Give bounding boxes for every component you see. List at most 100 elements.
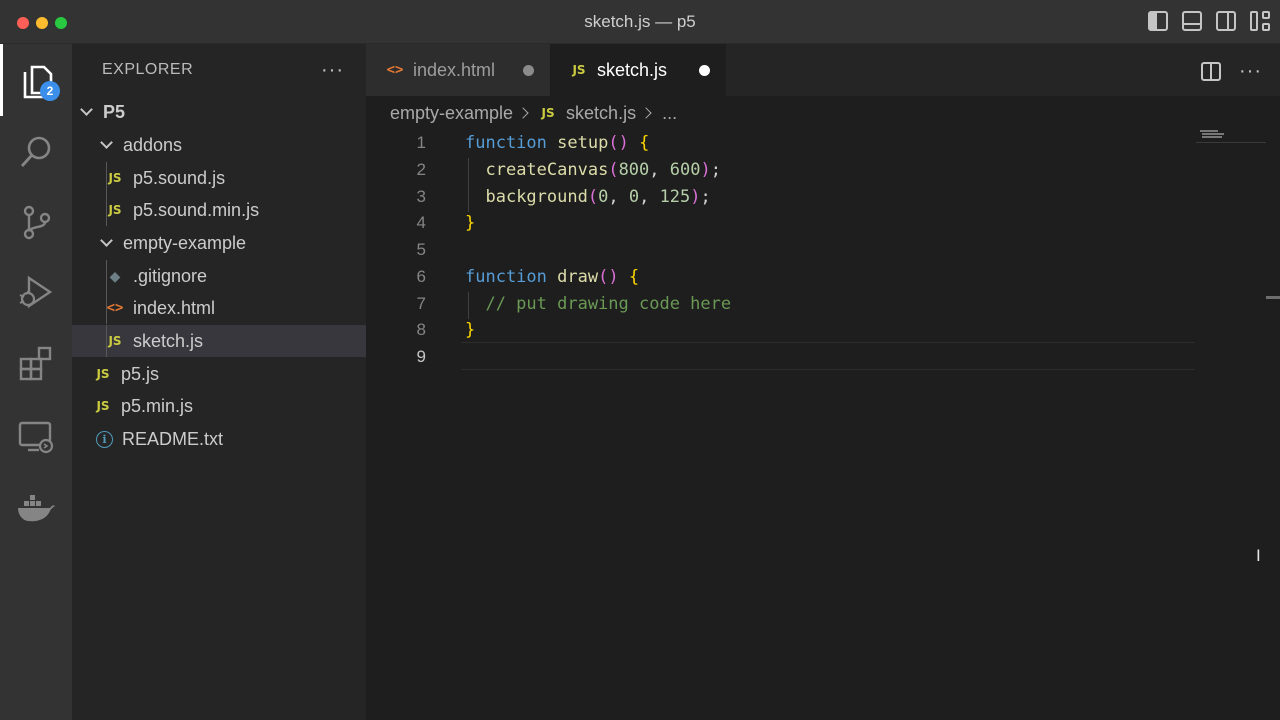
search-icon [20, 136, 51, 167]
source-control-icon [23, 205, 51, 240]
unsaved-dot-icon[interactable] [699, 65, 710, 76]
tree-file-p5-min-js[interactable]: JS p5.min.js [72, 390, 366, 422]
breadcrumb-file[interactable]: sketch.js [566, 103, 636, 124]
editor-tab-bar: <> index.html JS sketch.js ··· [366, 44, 1280, 96]
activity-bar: 2 [0, 44, 72, 720]
tree-item-label: p5.min.js [121, 395, 194, 416]
split-editor-icon[interactable] [1201, 62, 1222, 81]
code-line: 2 createCanvas(800, 600); [366, 157, 1196, 184]
toggle-panel-icon[interactable] [1182, 11, 1202, 31]
code-line: 7 // put drawing code here [366, 290, 1196, 317]
explorer-title: EXPLORER [102, 61, 194, 78]
code-line: 1 function setup() { [366, 130, 1196, 157]
code-text: background(0, 0, 125); [485, 186, 711, 207]
customize-layout-icon[interactable] [1250, 11, 1270, 31]
explorer-sidebar: EXPLORER ··· P5 addons JS p5.sound.js JS… [72, 44, 366, 720]
code-line: 3 background(0, 0, 125); [366, 183, 1196, 210]
tree-item-label: empty-example [123, 232, 247, 253]
tree-file-p5-sound-min-js[interactable]: JS p5.sound.min.js [72, 194, 366, 226]
line-number: 2 [416, 160, 426, 180]
activity-run-debug[interactable] [0, 256, 72, 328]
line-number: 5 [416, 240, 426, 260]
tab-label: index.html [413, 59, 496, 80]
tree-item-label: README.txt [122, 428, 224, 449]
javascript-file-icon: JS [572, 63, 586, 77]
line-number: 9 [416, 346, 426, 366]
javascript-file-icon: JS [541, 106, 555, 120]
html-file-icon: <> [386, 62, 404, 78]
tree-file-readme[interactable]: i README.txt [72, 423, 366, 455]
docker-icon [18, 495, 55, 522]
tab-label: sketch.js [597, 59, 668, 80]
line-number: 8 [416, 320, 426, 340]
tree-item-label: index.html [133, 297, 216, 318]
code-comment: // put drawing code here [465, 293, 732, 314]
javascript-file-icon: JS [96, 367, 110, 381]
tree-item-label: sketch.js [133, 330, 204, 351]
tree-file-gitignore[interactable]: ◆ .gitignore [72, 260, 366, 292]
line-number: 7 [416, 293, 426, 313]
html-file-icon: <> [106, 300, 124, 316]
run-debug-icon [19, 275, 53, 309]
breadcrumb-more[interactable]: ... [662, 103, 677, 124]
toggle-secondary-sidebar-icon[interactable] [1216, 11, 1236, 31]
code-line: 4 } [366, 210, 1196, 237]
code-line: 6 function draw() { [366, 264, 1196, 291]
line-number: 4 [416, 213, 426, 233]
editor-more-actions-icon[interactable]: ··· [1239, 60, 1262, 83]
chevron-down-icon [100, 234, 113, 247]
tab-sketch-js[interactable]: JS sketch.js [550, 44, 726, 96]
tree-item-label: p5.js [121, 363, 160, 384]
vertical-scrollbar[interactable] [1266, 296, 1280, 299]
tree-folder-addons[interactable]: addons [72, 129, 366, 161]
git-file-icon: ◆ [109, 267, 121, 284]
explorer-header: EXPLORER ··· [72, 44, 366, 96]
explorer-badge: 2 [40, 81, 60, 101]
window-title: sketch.js — p5 [584, 12, 696, 31]
toggle-primary-sidebar-icon[interactable] [1148, 11, 1168, 31]
tree-file-index-html[interactable]: <> index.html [72, 292, 366, 324]
code-text: function draw() { [465, 266, 640, 287]
line-number: 3 [416, 186, 426, 206]
code-text: } [465, 320, 476, 341]
tree-file-sketch-js[interactable]: JS sketch.js [72, 325, 366, 357]
code-editor[interactable]: 1 function setup() { 2 createCanvas(800,… [366, 130, 1280, 720]
line-number: 1 [416, 133, 426, 153]
extensions-icon [19, 346, 52, 381]
tree-folder-p5[interactable]: P5 [72, 96, 366, 128]
breadcrumb-folder[interactable]: empty-example [390, 103, 513, 124]
activity-extensions[interactable] [0, 328, 72, 400]
javascript-file-icon: JS [108, 171, 122, 185]
tree-item-label: p5.sound.js [133, 167, 226, 188]
chevron-right-icon [517, 107, 529, 119]
code-line: 9 [366, 344, 1196, 371]
title-bar: sketch.js — p5 [0, 0, 1280, 44]
remote-explorer-icon [18, 421, 54, 454]
activity-explorer[interactable]: 2 [0, 44, 72, 116]
unsaved-dot-icon[interactable] [523, 65, 534, 76]
tree-file-p5-js[interactable]: JS p5.js [72, 358, 366, 390]
code-text: createCanvas(800, 600); [485, 160, 721, 181]
chevron-right-icon [640, 107, 652, 119]
tree-item-label: P5 [103, 101, 126, 122]
chevron-down-icon [80, 103, 93, 116]
tree-item-label: addons [123, 134, 183, 155]
text-cursor-icon: I [1256, 546, 1261, 565]
breadcrumb: empty-example JS sketch.js ... [366, 96, 1280, 130]
tree-folder-empty-example[interactable]: empty-example [72, 227, 366, 259]
code-text: function setup() { [465, 133, 650, 154]
tree-item-label: p5.sound.min.js [133, 199, 260, 220]
tree-item-label: .gitignore [133, 265, 208, 286]
tree-file-p5-sound-js[interactable]: JS p5.sound.js [72, 162, 366, 194]
activity-source-control[interactable] [0, 186, 72, 258]
javascript-file-icon: JS [108, 334, 122, 348]
minimap[interactable] [1196, 130, 1266, 150]
editor-actions: ··· [1201, 60, 1262, 83]
explorer-more-actions-icon[interactable]: ··· [321, 59, 344, 82]
info-file-icon: i [96, 430, 113, 448]
activity-search[interactable] [0, 116, 72, 188]
tab-index-html[interactable]: <> index.html [366, 44, 550, 96]
code-line: 5 [366, 237, 1196, 264]
activity-remote-explorer[interactable] [0, 400, 72, 472]
activity-docker[interactable] [0, 472, 72, 544]
